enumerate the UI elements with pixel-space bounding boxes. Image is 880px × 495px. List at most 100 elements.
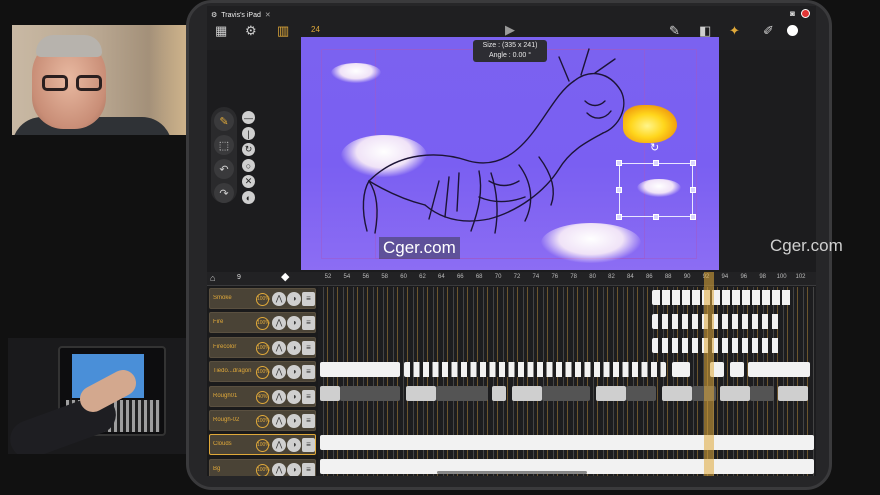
- layer-name[interactable]: Clouds: [213, 441, 257, 447]
- exposure-cell[interactable]: [672, 362, 690, 377]
- color-swatch-icon[interactable]: [787, 25, 798, 36]
- selection-handle[interactable]: [690, 160, 696, 166]
- layer-name[interactable]: Firecolor: [213, 344, 257, 350]
- selection-handle[interactable]: [690, 214, 696, 220]
- drawing-canvas[interactable]: ↻: [301, 37, 719, 270]
- layer-name[interactable]: Rough-02: [213, 417, 257, 423]
- camera-icon[interactable]: ◙: [790, 9, 795, 18]
- exposure-cell[interactable]: [436, 386, 488, 401]
- exposure-cell[interactable]: [626, 386, 656, 401]
- exposure-tracks[interactable]: [318, 287, 816, 476]
- exposure-cell[interactable]: [596, 386, 626, 401]
- exposure-cell[interactable]: [778, 386, 808, 401]
- exposure-cell[interactable]: [720, 386, 750, 401]
- layer-menu-icon[interactable]: ≡: [302, 414, 315, 428]
- onion-skin-icon[interactable]: ⋀: [272, 365, 286, 380]
- home-icon[interactable]: ⌂: [210, 273, 215, 283]
- exposure-cell[interactable]: [652, 290, 792, 305]
- layer-name[interactable]: Rough01: [213, 393, 257, 399]
- onion-skin-icon[interactable]: ⋀: [272, 414, 286, 428]
- exposure-cell[interactable]: [652, 338, 782, 353]
- onion-skin-icon[interactable]: ⋀: [272, 389, 286, 404]
- vertical-line-icon[interactable]: |: [242, 127, 255, 140]
- play-icon[interactable]: ▶: [505, 22, 515, 38]
- exposure-cell[interactable]: [406, 386, 436, 401]
- layer-name[interactable]: Smoke: [213, 295, 257, 301]
- visibility-icon[interactable]: ◑: [287, 316, 301, 331]
- layer-opacity[interactable]: 100%: [256, 366, 270, 380]
- half-circle-icon[interactable]: ◐: [242, 191, 255, 204]
- selection-handle[interactable]: [616, 214, 622, 220]
- cancel-icon[interactable]: ✕: [242, 175, 255, 188]
- selection-handle[interactable]: [653, 214, 659, 220]
- selection-box[interactable]: [616, 160, 696, 220]
- layer-row[interactable]: Fire 100% ⋀ ◑ ≡: [209, 312, 316, 334]
- playhead[interactable]: [704, 272, 714, 476]
- visibility-icon[interactable]: ◑: [287, 292, 301, 306]
- rotate-handle-icon[interactable]: ↻: [650, 141, 659, 154]
- layer-row[interactable]: Smoke 100% ⋀ ◑ ≡: [209, 288, 316, 309]
- layer-opacity[interactable]: 100%: [256, 415, 270, 428]
- exposure-cell[interactable]: [750, 386, 774, 401]
- visibility-icon[interactable]: ◑: [287, 462, 301, 476]
- gear-icon[interactable]: ⚙: [245, 22, 257, 40]
- filmstrip-icon[interactable]: ▥: [277, 22, 289, 40]
- layer-opacity[interactable]: 100%: [256, 341, 270, 355]
- line-icon[interactable]: —: [242, 111, 255, 124]
- grid-icon[interactable]: ▦: [215, 22, 227, 40]
- layer-opacity[interactable]: 100%: [256, 439, 270, 453]
- visibility-icon[interactable]: ◑: [287, 389, 301, 404]
- onion-skin-icon[interactable]: ⋀: [272, 316, 286, 331]
- layer-opacity[interactable]: 100%: [256, 293, 270, 306]
- layer-row[interactable]: Firecolor 100% ⋀ ◑ ≡: [209, 336, 316, 358]
- layer-row[interactable]: Rough-02 100% ⋀ ◑ ≡: [209, 410, 316, 431]
- visibility-icon[interactable]: ◑: [287, 414, 301, 428]
- selection-handle[interactable]: [616, 187, 622, 193]
- selection-icon[interactable]: ⬚: [214, 135, 234, 155]
- exposure-cell[interactable]: [748, 362, 810, 377]
- layer-menu-icon[interactable]: ≡: [302, 292, 315, 306]
- fill-brush-icon[interactable]: ✦: [729, 22, 740, 40]
- lasso-brush-icon[interactable]: ✎: [214, 111, 234, 131]
- layer-row[interactable]: Tiedo...dragon 100% ⋀ ◑ ≡: [209, 361, 316, 383]
- fps-label[interactable]: 24: [311, 25, 320, 34]
- layer-opacity[interactable]: 100%: [256, 317, 270, 331]
- frame-ruler[interactable]: ⌂ 9 ◆ 52 54 56 58 60 62 64 66 68 70 72 74 76 78 80 82 84…: [207, 271, 816, 286]
- onion-skin-icon[interactable]: ⋀: [272, 292, 286, 306]
- home-indicator[interactable]: [437, 471, 587, 474]
- layer-menu-icon[interactable]: ≡: [302, 462, 315, 476]
- layer-opacity[interactable]: 100%: [256, 463, 270, 476]
- rotate-icon[interactable]: ↻: [242, 143, 255, 156]
- layer-row[interactable]: Clouds 100% ⋀ ◑ ≡: [209, 434, 316, 456]
- onion-skin-icon[interactable]: ⋀: [272, 438, 286, 453]
- loop-icon[interactable]: ○: [242, 159, 255, 172]
- close-icon[interactable]: ✕: [265, 11, 271, 19]
- visibility-icon[interactable]: ◑: [287, 340, 301, 355]
- exposure-cell[interactable]: [542, 386, 590, 401]
- record-icon[interactable]: [801, 9, 810, 18]
- visibility-icon[interactable]: ◑: [287, 365, 301, 380]
- exposure-cell[interactable]: [320, 435, 814, 450]
- layer-menu-icon[interactable]: ≡: [302, 438, 315, 453]
- layer-row[interactable]: Rough01 40% ⋀ ◑ ≡: [209, 385, 316, 407]
- exposure-cell[interactable]: [662, 386, 692, 401]
- exposure-cell[interactable]: [320, 386, 340, 401]
- exposure-cell[interactable]: [512, 386, 542, 401]
- selection-handle[interactable]: [690, 187, 696, 193]
- layer-name[interactable]: Bg: [213, 466, 257, 472]
- pen-icon[interactable]: ✐: [763, 22, 774, 40]
- selection-handle[interactable]: [616, 160, 622, 166]
- redo-icon[interactable]: ↷: [214, 183, 234, 203]
- exposure-cell[interactable]: [730, 362, 744, 377]
- layer-menu-icon[interactable]: ≡: [302, 389, 315, 404]
- exposure-cell[interactable]: [492, 386, 506, 401]
- exposure-cell[interactable]: [320, 362, 400, 377]
- exposure-cell[interactable]: [340, 386, 400, 401]
- layer-row[interactable]: Bg 100% ⋀ ◑ ≡: [209, 458, 316, 476]
- playhead-marker-icon[interactable]: ◆: [281, 271, 293, 283]
- layer-menu-icon[interactable]: ≡: [302, 340, 315, 355]
- layer-opacity[interactable]: 40%: [256, 390, 269, 404]
- onion-skin-icon[interactable]: ⋀: [272, 462, 286, 476]
- exposure-cell[interactable]: [404, 362, 666, 377]
- undo-icon[interactable]: ↶: [214, 159, 234, 179]
